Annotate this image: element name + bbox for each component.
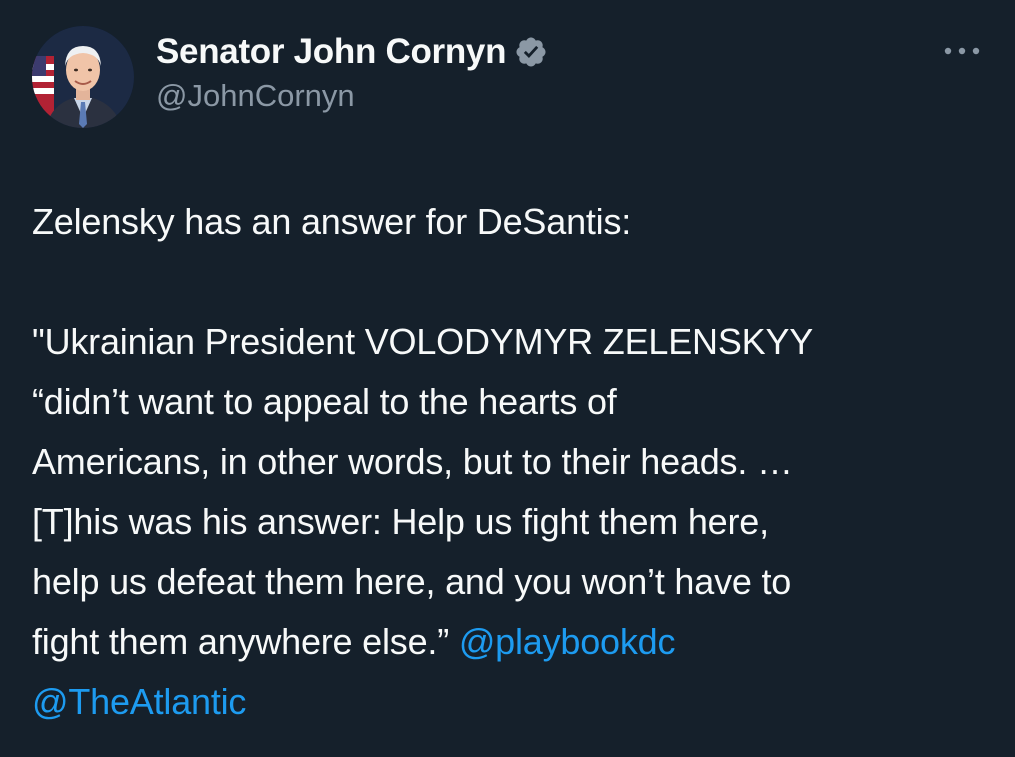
tweet-line-with-mention: @TheAtlantic <box>32 672 992 732</box>
tweet-line: [T]his was his answer: Help us fight the… <box>32 501 769 542</box>
name-row: Senator John Cornyn <box>156 30 548 74</box>
mention-link[interactable]: @playbookdc <box>459 621 676 662</box>
profile-photo-icon <box>32 26 134 128</box>
handle[interactable]: @JohnCornyn <box>156 78 548 114</box>
author-block: Senator John Cornyn @JohnCornyn <box>156 30 548 114</box>
avatar[interactable] <box>32 26 134 128</box>
verified-badge-icon[interactable] <box>514 35 548 69</box>
tweet-line-with-mention: fight them anywhere else.” @playbookdc <box>32 612 992 672</box>
tweet-line: “didn’t want to appeal to the hearts of <box>32 381 617 422</box>
tweet-text: Zelensky has an answer for DeSantis: "Uk… <box>32 192 992 732</box>
tweet-line: Zelensky has an answer for DeSantis: <box>32 201 632 242</box>
tweet-line: Americans, in other words, but to their … <box>32 441 793 482</box>
tweet-line: fight them anywhere else.” <box>32 621 450 662</box>
tweet-card: Senator John Cornyn @JohnCornyn Zelensky… <box>0 0 1015 757</box>
mention-link[interactable]: @TheAtlantic <box>32 681 246 722</box>
tweet-line: help us defeat them here, and you won’t … <box>32 561 792 602</box>
more-options-button[interactable] <box>940 36 984 66</box>
tweet-line: "Ukrainian President VOLODYMYR ZELENSKYY <box>32 321 814 362</box>
display-name[interactable]: Senator John Cornyn <box>156 32 506 72</box>
more-options-icon <box>944 47 980 55</box>
